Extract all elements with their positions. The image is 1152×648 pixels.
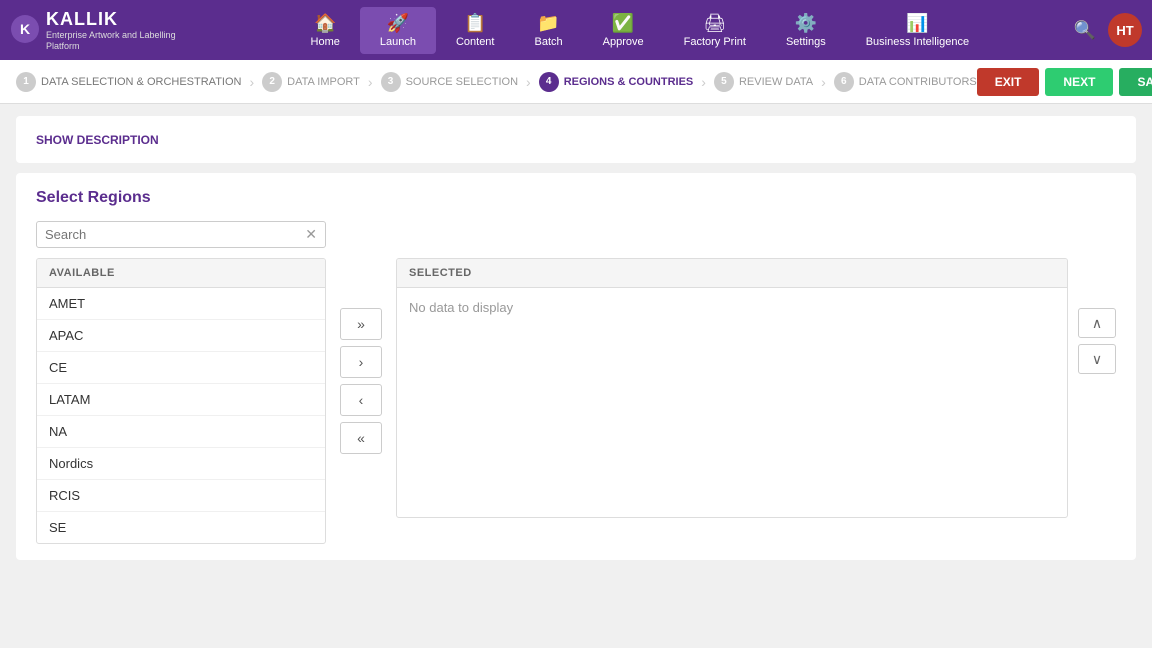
- exit-button[interactable]: EXIT: [977, 68, 1040, 96]
- nav-home-label: Home: [311, 36, 340, 48]
- move-down-button[interactable]: ∨: [1078, 344, 1116, 374]
- step-4-num: 4: [539, 72, 559, 92]
- regions-row: AVAILABLE AMET APAC CE LATAM NA Nordics …: [36, 258, 1116, 544]
- sep-1: ›: [249, 74, 254, 90]
- list-item[interactable]: Nordics: [37, 448, 325, 480]
- logo-subtitle: Enterprise Artwork and Labelling Platfor…: [46, 30, 186, 52]
- move-all-right-button[interactable]: »: [340, 308, 382, 340]
- step-5: 5 REVIEW DATA: [714, 72, 813, 92]
- list-item[interactable]: LATAM: [37, 384, 325, 416]
- save-button[interactable]: SAVE: [1119, 68, 1152, 96]
- nav-approve-label: Approve: [603, 36, 644, 48]
- section-title: Select Regions: [36, 189, 1116, 207]
- show-description-link[interactable]: SHOW DESCRIPTION: [36, 133, 159, 147]
- logo-icon: K: [10, 14, 40, 47]
- list-item[interactable]: AMET: [37, 288, 325, 320]
- search-box: ✕: [36, 221, 326, 248]
- avatar[interactable]: HT: [1108, 13, 1142, 47]
- available-box: AVAILABLE AMET APAC CE LATAM NA Nordics …: [36, 258, 326, 544]
- nav-business-intelligence[interactable]: 📊 Business Intelligence: [846, 7, 989, 54]
- move-right-button[interactable]: ›: [340, 346, 382, 378]
- logo-section: K KALLIK Enterprise Artwork and Labellin…: [10, 9, 186, 52]
- sep-4: ›: [701, 74, 706, 90]
- step-1: 1 DATA SELECTION & ORCHESTRATION: [16, 72, 241, 92]
- step-6: 6 DATA CONTRIBUTORS: [834, 72, 977, 92]
- list-item[interactable]: CE: [37, 352, 325, 384]
- step-1-num: 1: [16, 72, 36, 92]
- transfer-buttons: » › ‹ «: [326, 308, 396, 454]
- available-header: AVAILABLE: [37, 259, 325, 288]
- batch-icon: 📁: [537, 13, 559, 34]
- nav-factory-print-label: Factory Print: [684, 36, 746, 48]
- step-5-num: 5: [714, 72, 734, 92]
- nav-home[interactable]: 🏠 Home: [291, 7, 360, 54]
- home-icon: 🏠: [314, 13, 336, 34]
- nav-content[interactable]: 📋 Content: [436, 7, 515, 54]
- step-2-label: DATA IMPORT: [287, 76, 360, 88]
- move-all-left-button[interactable]: «: [340, 422, 382, 454]
- selected-panel: SELECTED No data to display: [396, 258, 1068, 518]
- step-1-label: DATA SELECTION & ORCHESTRATION: [41, 76, 241, 88]
- step-4: 4 REGIONS & COUNTRIES: [539, 72, 694, 92]
- list-item[interactable]: SE: [37, 512, 325, 543]
- nav-batch-label: Batch: [534, 36, 562, 48]
- sep-5: ›: [821, 74, 826, 90]
- nav-bi-label: Business Intelligence: [866, 36, 969, 48]
- move-left-button[interactable]: ‹: [340, 384, 382, 416]
- step-6-label: DATA CONTRIBUTORS: [859, 76, 977, 88]
- step-2: 2 DATA IMPORT: [262, 72, 360, 92]
- nav-content-label: Content: [456, 36, 495, 48]
- sep-3: ›: [526, 74, 531, 90]
- steps-bar: 1 DATA SELECTION & ORCHESTRATION › 2 DAT…: [0, 60, 1152, 104]
- list-item[interactable]: APAC: [37, 320, 325, 352]
- approve-icon: ✅: [612, 13, 634, 34]
- step-5-label: REVIEW DATA: [739, 76, 813, 88]
- list-item[interactable]: NA: [37, 416, 325, 448]
- search-icon[interactable]: 🔍: [1074, 20, 1096, 41]
- nav-launch-label: Launch: [380, 36, 416, 48]
- factory-print-icon: 🖨: [703, 13, 726, 34]
- nav-launch[interactable]: 🚀 Launch: [360, 7, 436, 54]
- launch-icon: 🚀: [387, 13, 409, 34]
- step-3: 3 SOURCE SELECTION: [381, 72, 518, 92]
- sep-2: ›: [368, 74, 373, 90]
- nav-factory-print[interactable]: 🖨 Factory Print: [664, 7, 766, 54]
- top-navigation: K KALLIK Enterprise Artwork and Labellin…: [0, 0, 1152, 60]
- selected-header: SELECTED: [397, 259, 1067, 288]
- content-icon: 📋: [464, 13, 486, 34]
- search-input[interactable]: [45, 227, 305, 242]
- description-card: SHOW DESCRIPTION: [16, 116, 1136, 163]
- list-item[interactable]: RCIS: [37, 480, 325, 512]
- no-data-text: No data to display: [397, 288, 1067, 327]
- step-3-num: 3: [381, 72, 401, 92]
- nav-settings-label: Settings: [786, 36, 826, 48]
- settings-icon: ⚙️: [795, 13, 817, 34]
- regions-card: Select Regions ✕ AVAILABLE AMET APAC CE …: [16, 173, 1136, 560]
- step-3-label: SOURCE SELECTION: [406, 76, 518, 88]
- next-button[interactable]: NEXT: [1045, 68, 1113, 96]
- logo-text: KALLIK: [46, 9, 186, 30]
- nav-batch[interactable]: 📁 Batch: [514, 7, 582, 54]
- available-panel: AVAILABLE AMET APAC CE LATAM NA Nordics …: [36, 258, 326, 544]
- move-up-button[interactable]: ∧: [1078, 308, 1116, 338]
- steps-actions: EXIT NEXT SAVE DELETE TASK: [977, 61, 1152, 103]
- updown-buttons: ∧ ∨: [1078, 308, 1116, 374]
- step-2-num: 2: [262, 72, 282, 92]
- svg-text:K: K: [20, 21, 30, 37]
- nav-approve[interactable]: ✅ Approve: [583, 7, 664, 54]
- main-content: SHOW DESCRIPTION Select Regions ✕ AVAILA…: [0, 104, 1152, 648]
- step-6-num: 6: [834, 72, 854, 92]
- nav-settings[interactable]: ⚙️ Settings: [766, 7, 846, 54]
- step-4-label: REGIONS & COUNTRIES: [564, 76, 694, 88]
- bi-icon: 📊: [906, 13, 928, 34]
- clear-search-icon[interactable]: ✕: [305, 226, 317, 243]
- selected-box: SELECTED No data to display: [396, 258, 1068, 518]
- nav-items: 🏠 Home 🚀 Launch 📋 Content 📁 Batch ✅ Appr…: [206, 7, 1074, 54]
- nav-right: 🔍 HT: [1074, 13, 1142, 47]
